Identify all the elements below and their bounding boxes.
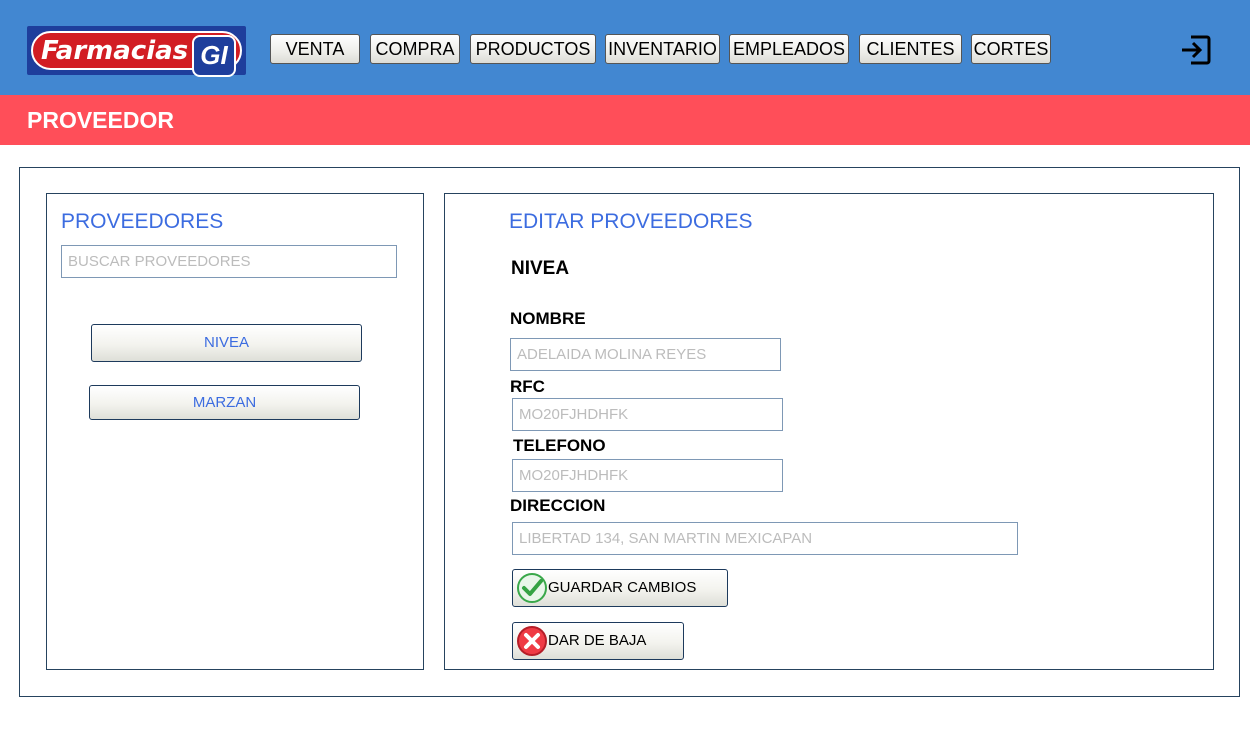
provider-item-nivea[interactable]: NIVEA xyxy=(91,324,362,362)
nav-inventario-button[interactable]: INVENTARIO xyxy=(605,34,720,64)
page-title-bar xyxy=(0,95,1250,145)
farmacias-logo[interactable]: Farmacias GI xyxy=(27,26,246,77)
deactivate-label: DAR DE BAJA xyxy=(548,632,647,649)
page-title: PROVEEDOR xyxy=(27,107,174,133)
providers-list-title: PROVEEDORES xyxy=(61,210,224,233)
logo-red-band: Farmacias GI xyxy=(31,31,242,77)
logo-badge: GI xyxy=(192,35,236,77)
telefono-field[interactable] xyxy=(512,459,783,492)
nav-empleados-button[interactable]: EMPLEADOS xyxy=(729,34,849,64)
direccion-field[interactable] xyxy=(512,522,1018,555)
save-changes-button[interactable]: GUARDAR CAMBIOS xyxy=(512,569,728,607)
nav-compra-button[interactable]: COMPRA xyxy=(370,34,460,64)
close-icon xyxy=(517,626,547,656)
nav-venta-button[interactable]: VENTA xyxy=(270,34,360,64)
logout-icon[interactable] xyxy=(1179,34,1211,66)
provider-item-marzan[interactable]: MARZAN xyxy=(89,385,360,420)
edit-providers-title: EDITAR PROVEEDORES xyxy=(509,210,753,233)
rfc-label: RFC xyxy=(510,377,545,396)
direccion-label: DIRECCION xyxy=(510,496,606,515)
rfc-field[interactable] xyxy=(512,398,783,431)
nav-productos-button[interactable]: PRODUCTOS xyxy=(470,34,596,64)
check-icon xyxy=(517,573,547,603)
telefono-label: TELEFONO xyxy=(513,436,606,455)
nav-clientes-button[interactable]: CLIENTES xyxy=(859,34,962,64)
nav-cortes-button[interactable]: CORTES xyxy=(971,34,1051,64)
logo-text: Farmacias xyxy=(41,36,189,66)
deactivate-button[interactable]: DAR DE BAJA xyxy=(512,622,684,660)
nombre-label: NOMBRE xyxy=(510,309,586,328)
nombre-field[interactable] xyxy=(510,338,781,371)
save-changes-label: GUARDAR CAMBIOS xyxy=(548,579,697,596)
search-providers-input[interactable] xyxy=(61,245,397,278)
selected-provider-name: NIVEA xyxy=(511,258,570,279)
